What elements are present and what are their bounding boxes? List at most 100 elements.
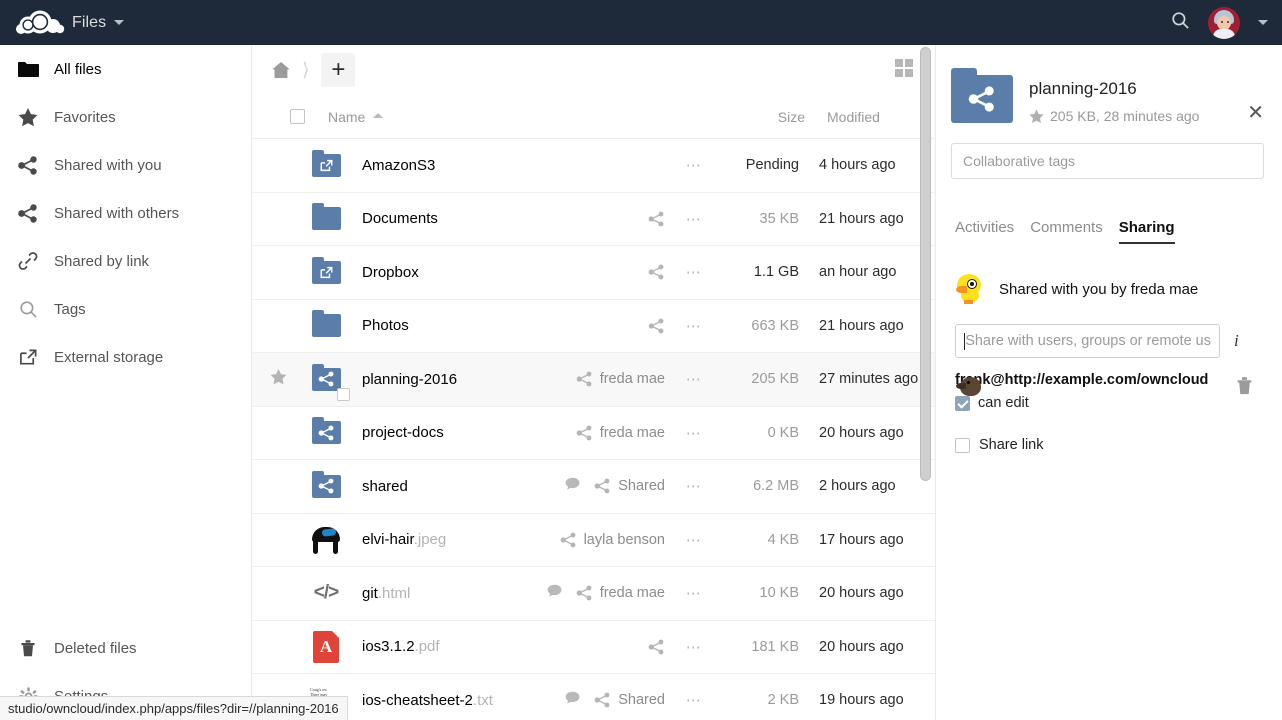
share-action[interactable]: Shared [594,692,665,708]
table-row[interactable]: Aios3.1.2.pdf ⋯181 KB20 hours ago [252,621,935,675]
row-menu-button[interactable]: ⋯ [679,584,709,602]
share-action[interactable]: layla benson [560,532,665,548]
row-checkbox[interactable] [337,388,350,401]
shared-folder-icon [312,421,341,444]
row-menu-button[interactable]: ⋯ [679,370,709,388]
sidebar-item-deleted-files[interactable]: Deleted files [0,624,251,672]
row-menu-button[interactable]: ⋯ [679,638,709,656]
shared-with-label: freda mae [600,425,665,441]
can-edit-row[interactable]: can edit [955,395,1260,411]
row-menu-button[interactable]: ⋯ [679,210,709,228]
column-name-label: Name [328,109,365,125]
tab-sharing[interactable]: Sharing [1119,219,1175,244]
table-row[interactable]: elvi-hair.jpeg layla benson⋯4 KB17 hours… [252,514,935,568]
table-row[interactable]: planning-2016 freda mae⋯205 KB27 minutes… [252,353,935,407]
tab-comments[interactable]: Comments [1030,219,1103,244]
file-name[interactable]: project-docs [362,424,444,441]
html-file-icon: </> [314,582,338,604]
star-icon[interactable] [1029,109,1044,124]
row-menu-button[interactable]: ⋯ [679,156,709,174]
row-menu-button[interactable]: ⋯ [679,531,709,549]
new-file-button[interactable]: + [321,53,355,87]
file-name[interactable]: AmazonS3 [362,157,435,174]
sidebar-item-external-storage[interactable]: External storage [0,333,251,381]
comment-icon[interactable] [565,691,580,709]
row-actions: freda mae ⋯ [547,584,715,602]
trash-icon[interactable] [1235,375,1254,401]
file-name[interactable]: Documents [362,210,438,227]
file-name[interactable]: shared [362,478,408,495]
app-title-menu[interactable]: Files [72,14,124,32]
share-action[interactable] [648,264,665,280]
user-avatar[interactable] [1208,7,1240,39]
select-all-checkbox[interactable] [290,109,305,124]
user-menu-chevron-down-icon[interactable] [1258,20,1268,25]
sidebar-item-shared-with-others[interactable]: Shared with others [0,189,251,237]
grid-view-icon[interactable] [895,59,913,77]
shared-with-label: layla benson [584,532,665,548]
file-icon-cell [306,415,346,451]
share-action[interactable]: freda mae [576,585,665,601]
file-list-scrollbar[interactable] [920,47,931,481]
share-action[interactable] [648,211,665,227]
comment-icon[interactable] [547,584,562,602]
table-row[interactable]: Documents ⋯35 KB21 hours ago [252,193,935,247]
share-action[interactable]: Shared [594,478,665,494]
row-menu-button[interactable]: ⋯ [679,691,709,709]
sidebar-item-label: All files [54,61,102,78]
file-name[interactable]: Dropbox [362,264,419,281]
table-row[interactable]: Dropbox ⋯1.1 GBan hour ago [252,246,935,300]
file-name[interactable]: ios-cheatsheet-2.txt [362,692,493,709]
row-menu-button[interactable]: ⋯ [679,477,709,495]
column-header-modified[interactable]: Modified [815,109,935,125]
row-menu-button[interactable]: ⋯ [679,424,709,442]
sidebar-item-shared-with-you[interactable]: Shared with you [0,141,251,189]
sidebar-item-label: Shared with you [54,157,162,174]
file-icon-cell [306,361,346,397]
share-action[interactable]: freda mae [576,425,665,441]
favorite-star-cell[interactable] [252,369,300,389]
table-row[interactable]: project-docs freda mae⋯0 KB20 hours ago [252,407,935,461]
row-actions: Shared ⋯ [565,691,715,709]
share-action[interactable]: freda mae [576,371,665,387]
table-row[interactable]: Craig's owThere may ios-cheatsheet-2.txt… [252,674,935,720]
file-name[interactable]: planning-2016 [362,371,457,388]
table-row[interactable]: AmazonS3⋯Pending4 hours ago [252,139,935,193]
table-row[interactable]: </>git.html freda mae⋯10 KB20 hours ago [252,567,935,621]
search-icon [16,300,40,319]
share-link-row[interactable]: Share link [951,437,1260,453]
file-name[interactable]: Photos [362,317,409,334]
share-link-checkbox[interactable] [955,438,970,453]
details-sidebar: ✕ planning-2016 [937,45,1282,720]
star-icon[interactable] [270,369,287,389]
row-menu-button[interactable]: ⋯ [679,317,709,335]
share-with-input[interactable]: Share with users, groups or remote us [955,324,1220,358]
share-action[interactable] [648,639,665,655]
close-icon[interactable]: ✕ [1247,103,1264,123]
file-name[interactable]: git.html [362,585,410,602]
sidebar-item-label: Deleted files [54,640,137,657]
info-icon[interactable]: i [1234,331,1239,351]
comment-icon[interactable] [565,477,580,495]
share-action[interactable] [648,318,665,334]
column-header-size[interactable]: Size [719,109,815,125]
sidebar-item-favorites[interactable]: Favorites [0,93,251,141]
owncloud-logo-icon[interactable] [0,0,80,45]
tab-activities[interactable]: Activities [955,219,1014,244]
sidebar-item-all-files[interactable]: All files [0,45,251,93]
file-modified: an hour ago [807,264,935,280]
file-name[interactable]: ios3.1.2.pdf [362,638,440,655]
table-row[interactable]: Photos ⋯663 KB21 hours ago [252,300,935,354]
row-menu-button[interactable]: ⋯ [679,263,709,281]
file-name[interactable]: elvi-hair.jpeg [362,531,446,548]
sidebar-item-tags[interactable]: Tags [0,285,251,333]
collaborative-tags-input[interactable]: Collaborative tags [951,143,1264,179]
home-icon[interactable] [266,55,296,85]
sidebar-item-shared-by-link[interactable]: Shared by link [0,237,251,285]
column-header-name[interactable]: Name [328,109,719,125]
file-list-area: ⟩ + Name Size Modified [252,45,936,720]
owncloud-files-app: Files [0,0,1282,720]
search-icon[interactable] [1171,11,1190,35]
can-edit-checkbox[interactable] [955,396,970,411]
table-row[interactable]: shared Shared⋯6.2 MB2 hours ago [252,460,935,514]
